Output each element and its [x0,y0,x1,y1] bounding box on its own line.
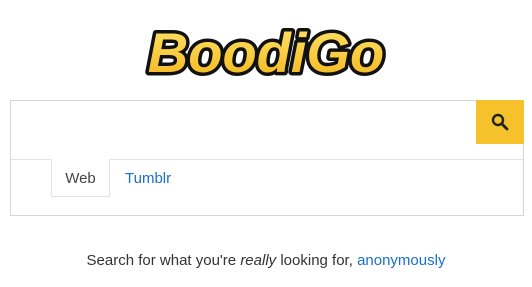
tagline-prefix: Search for what you're [86,252,241,269]
tab-web[interactable]: Web [51,159,110,197]
search-panel: Web Tumblr [10,100,524,216]
search-input[interactable] [11,101,477,143]
tab-web-label: Web [65,169,96,187]
tab-tumblr-label: Tumblr [125,169,172,187]
tab-tumblr[interactable]: Tumblr [125,159,171,197]
tagline-emphasis: really [240,252,277,269]
anonymously-link[interactable]: anonymously [357,252,445,269]
boodigo-logo: BoodiGo [144,18,387,88]
logo-text: BoodiGo [148,21,384,84]
logo[interactable]: BoodiGo [0,10,532,90]
tagline-middle: looking for, [276,252,358,269]
tagline: Search for what you're really looking fo… [0,252,532,269]
search-button[interactable] [476,100,524,144]
search-icon [491,113,509,131]
